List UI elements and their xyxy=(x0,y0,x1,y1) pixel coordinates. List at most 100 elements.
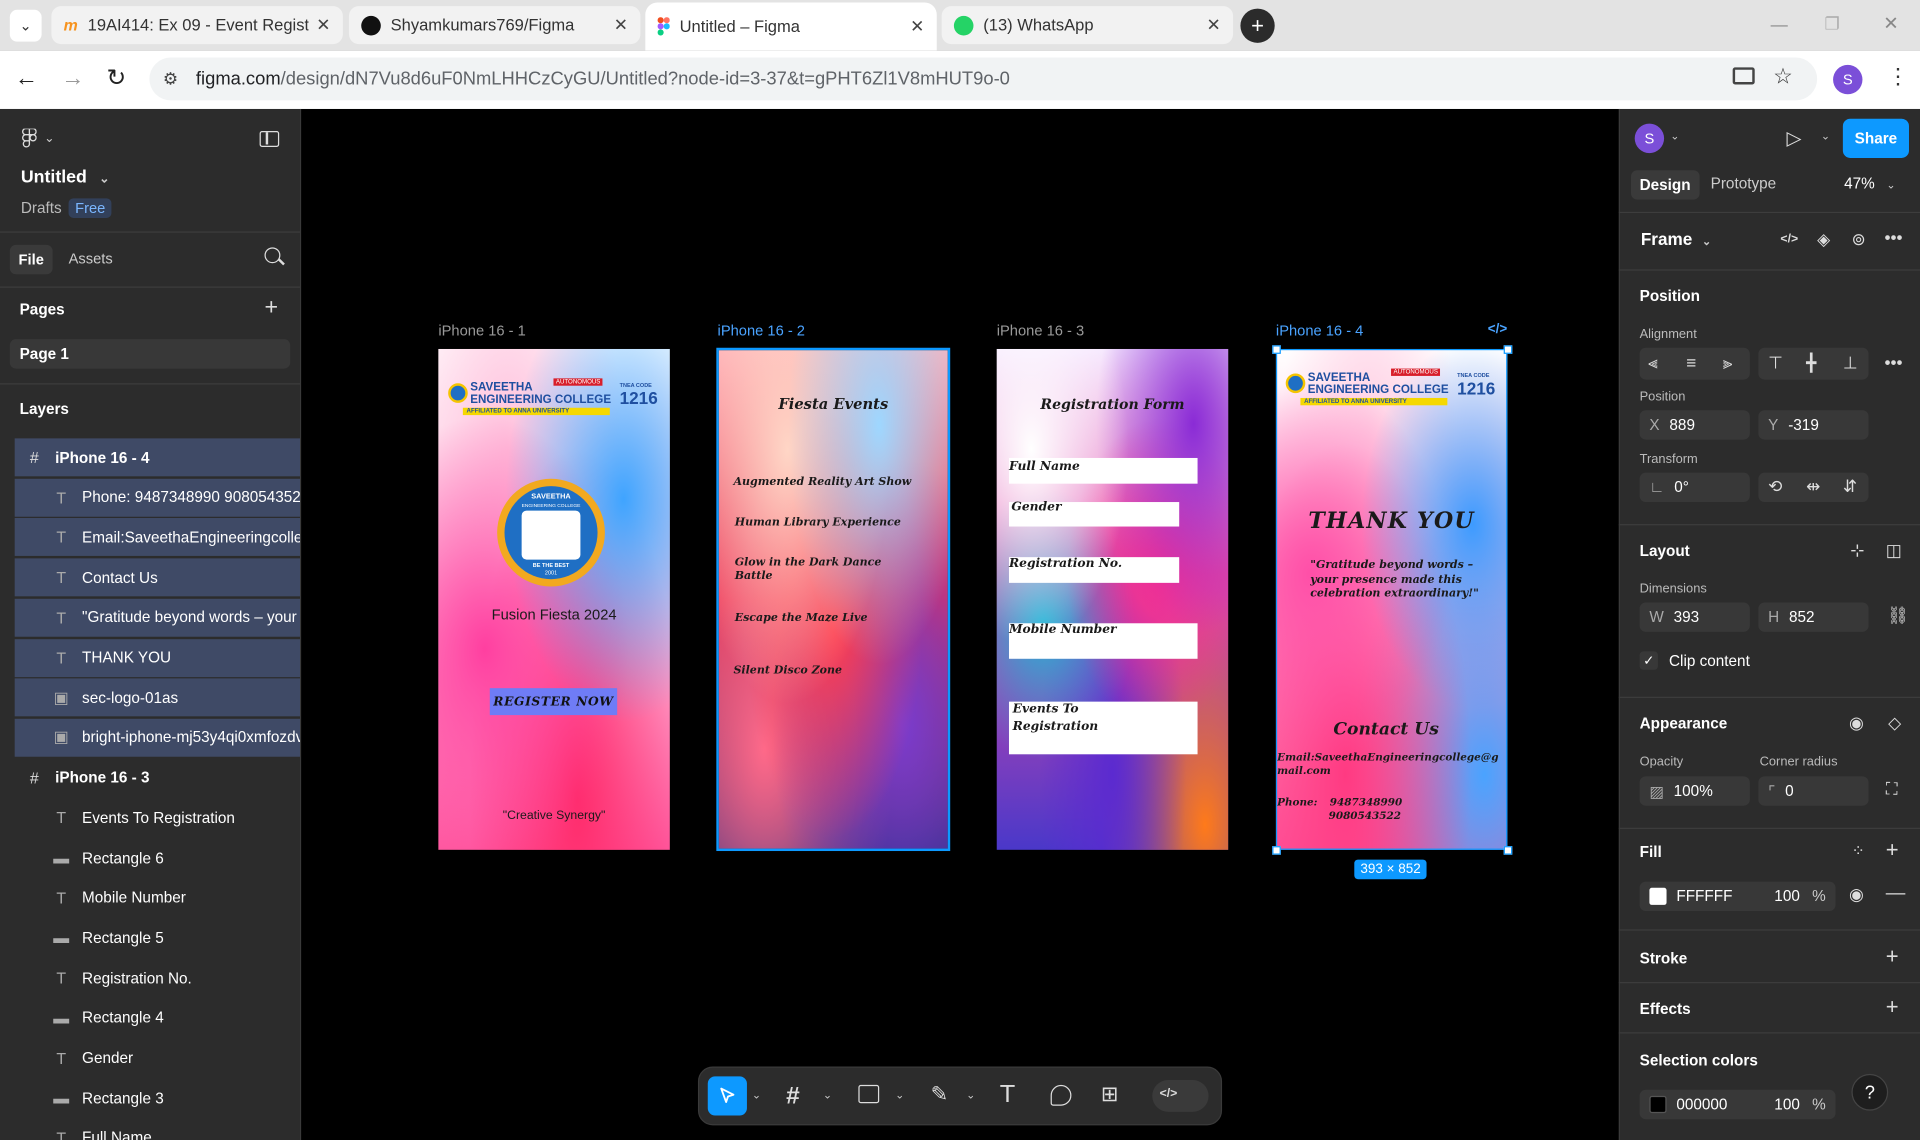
selection-color-swatch[interactable] xyxy=(1649,1095,1667,1114)
reload-icon[interactable]: ↻ xyxy=(107,65,126,93)
layer-row[interactable]: T Events To Registration xyxy=(15,799,300,837)
iphone-frame-3[interactable]: Registration Form Full Name Gender Regis… xyxy=(996,348,1229,850)
chevron-down-icon[interactable]: ⌄ xyxy=(895,1089,904,1102)
code-icon[interactable]: </> xyxy=(1780,233,1798,246)
present-play-icon[interactable]: ▷ xyxy=(1787,126,1802,150)
figma-main-menu[interactable]: ⌄ xyxy=(22,128,54,149)
frame-type-selector[interactable]: Frame ⌄ xyxy=(1641,229,1711,249)
layer-row[interactable]: T Registration No. xyxy=(15,959,300,997)
help-button[interactable]: ? xyxy=(1851,1073,1889,1111)
resize-handle-tl[interactable] xyxy=(1272,345,1281,354)
frame-label-4[interactable]: iPhone 16 - 4 xyxy=(1276,322,1363,339)
zoom-level[interactable]: 47% ⌄ xyxy=(1844,175,1896,192)
browser-tab-4[interactable]: (13) WhatsApp ✕ xyxy=(941,6,1234,45)
frame-label-3[interactable]: iPhone 16 - 3 xyxy=(997,322,1084,339)
height-field[interactable]: H 852 xyxy=(1758,602,1869,632)
width-field[interactable]: W 393 xyxy=(1639,602,1750,632)
auto-layout-icon[interactable]: ⊹ xyxy=(1850,540,1864,561)
move-tool-button[interactable] xyxy=(707,1076,747,1116)
flip-vertical-icon[interactable]: ⇵ xyxy=(1843,476,1857,497)
text-tool-icon[interactable]: T xyxy=(1000,1081,1014,1108)
add-stroke-button[interactable]: + xyxy=(1886,944,1899,970)
close-icon[interactable]: ✕ xyxy=(1206,15,1220,36)
bookmark-star-icon[interactable]: ☆ xyxy=(1773,64,1793,90)
corner-radius-field[interactable]: ⌜ 0 xyxy=(1758,776,1869,806)
layer-row[interactable]: T Gender xyxy=(15,1039,300,1077)
layer-row[interactable]: T Mobile Number xyxy=(15,879,300,917)
align-left-icon[interactable]: ⫷ xyxy=(1648,353,1658,374)
chevron-down-icon[interactable]: ⌄ xyxy=(966,1089,975,1102)
align-middle-icon[interactable]: ╋ xyxy=(1806,353,1816,374)
close-icon[interactable]: ✕ xyxy=(316,15,330,36)
layer-row[interactable]: T THANK YOU xyxy=(14,638,301,677)
layer-frame-row[interactable]: # iPhone 16 - 4 xyxy=(14,438,301,477)
rotate-90-icon[interactable]: ⟲ xyxy=(1768,476,1782,497)
layer-row[interactable]: T Phone: 9487348990 9080543522 xyxy=(14,478,301,517)
add-fill-button[interactable]: + xyxy=(1886,838,1899,864)
layer-row[interactable]: T "Gratitude beyond words – your presence… xyxy=(14,598,301,637)
chevron-down-icon[interactable]: ⌄ xyxy=(1670,130,1679,143)
close-window-button[interactable]: ✕ xyxy=(1883,12,1898,34)
rotation-field[interactable]: ∟ 0° xyxy=(1639,472,1750,503)
minimize-button[interactable]: — xyxy=(1771,15,1788,35)
tab-design[interactable]: Design xyxy=(1631,170,1700,200)
align-bottom-icon[interactable]: ⊥ xyxy=(1843,353,1858,374)
clip-content-checkbox[interactable]: ✓ xyxy=(1639,651,1658,670)
register-now-button[interactable]: REGISTER NOW xyxy=(489,688,618,716)
flip-horizontal-icon[interactable]: ⇹ xyxy=(1806,476,1820,497)
layer-row[interactable]: ▬ Rectangle 4 xyxy=(15,999,300,1037)
align-center-horizontal-icon[interactable]: ≡ xyxy=(1686,353,1696,373)
x-position-field[interactable]: X 889 xyxy=(1639,410,1750,440)
resize-handle-tr[interactable] xyxy=(1503,345,1513,354)
chevron-down-icon[interactable]: ⌄ xyxy=(1821,130,1830,143)
search-icon[interactable] xyxy=(264,247,285,265)
iphone-frame-1[interactable]: SAVEETHA ENGINEERING COLLEGE AUTONOMOUS … xyxy=(438,348,670,850)
blend-mode-icon[interactable]: ◇ xyxy=(1888,713,1901,734)
new-tab-button[interactable]: + xyxy=(1240,8,1275,43)
layer-row[interactable]: ▬ Rectangle 5 xyxy=(15,919,300,957)
independent-corners-icon[interactable]: ⛶ xyxy=(1886,779,1898,800)
iphone-frame-2[interactable]: Fiesta Events Augmented Reality Art Show… xyxy=(716,347,951,852)
layer-row[interactable]: T Contact Us xyxy=(14,558,301,597)
tab-assets[interactable]: Assets xyxy=(69,250,113,267)
opacity-field[interactable]: ▨ 100% xyxy=(1639,776,1750,806)
chevron-down-icon[interactable]: ⌄ xyxy=(752,1089,761,1102)
tab-file[interactable]: File xyxy=(9,244,53,275)
layer-row[interactable]: T Email:SaveethaEngineeringcollege@gmail.… xyxy=(14,518,301,557)
url-text[interactable]: figma.com/design/dN7Vu8d6uF0NmLHHCzCyGU/… xyxy=(196,69,1010,90)
component-icon[interactable]: ◈ xyxy=(1817,229,1830,250)
fill-color-field[interactable]: FFFFFF 100 % xyxy=(1639,881,1836,912)
tab-prototype[interactable]: Prototype xyxy=(1711,175,1777,192)
layer-row[interactable]: ▣ bright-iphone-mj53y4qi0xmfozdv xyxy=(14,718,301,757)
remove-fill-button[interactable]: — xyxy=(1886,883,1906,905)
mask-icon[interactable]: ⊚ xyxy=(1851,229,1865,250)
align-top-icon[interactable]: ⊤ xyxy=(1768,353,1783,374)
add-effect-button[interactable]: + xyxy=(1886,994,1899,1020)
chevron-down-icon[interactable]: ⌄ xyxy=(823,1089,832,1102)
y-position-field[interactable]: Y -319 xyxy=(1758,410,1869,440)
browser-menu-icon[interactable]: ⋮ xyxy=(1887,64,1909,90)
frame-tool-icon[interactable]: # xyxy=(786,1082,800,1110)
dev-mode-toggle[interactable]: </> xyxy=(1152,1080,1209,1112)
tab-search-button[interactable]: ⌄ xyxy=(9,9,42,42)
forward-arrow-icon[interactable]: → xyxy=(61,66,84,93)
toggle-sidebar-icon[interactable] xyxy=(259,131,280,147)
add-page-button[interactable]: + xyxy=(264,295,278,322)
fill-swatch[interactable] xyxy=(1649,887,1667,905)
constrain-proportions-icon[interactable]: ⛓ xyxy=(1887,605,1909,626)
components-tool-icon[interactable]: ⊞ xyxy=(1101,1082,1118,1106)
browser-tab-1[interactable]: m 19AI414: Ex 09 - Event Registrat ✕ xyxy=(51,6,343,45)
page-item-1[interactable]: Page 1 xyxy=(9,339,291,369)
fill-visibility-icon[interactable]: ◉ xyxy=(1849,884,1864,905)
share-button[interactable]: Share xyxy=(1842,118,1909,158)
layout-grid-icon[interactable]: ◫ xyxy=(1886,540,1902,561)
comment-tool-icon[interactable] xyxy=(1050,1084,1072,1106)
user-avatar[interactable]: S xyxy=(1634,123,1665,154)
browser-tab-2[interactable]: Shyamkumars769/Figma ✕ xyxy=(348,6,641,45)
layer-row[interactable]: ▣ sec-logo-01as xyxy=(14,678,301,717)
close-icon[interactable]: ✕ xyxy=(614,15,628,36)
cast-off-icon[interactable] xyxy=(1732,67,1755,85)
close-icon[interactable]: ✕ xyxy=(910,16,924,37)
browser-tab-3-active[interactable]: Untitled – Figma ✕ xyxy=(645,2,937,51)
pen-tool-icon[interactable]: ✎ xyxy=(931,1082,948,1106)
